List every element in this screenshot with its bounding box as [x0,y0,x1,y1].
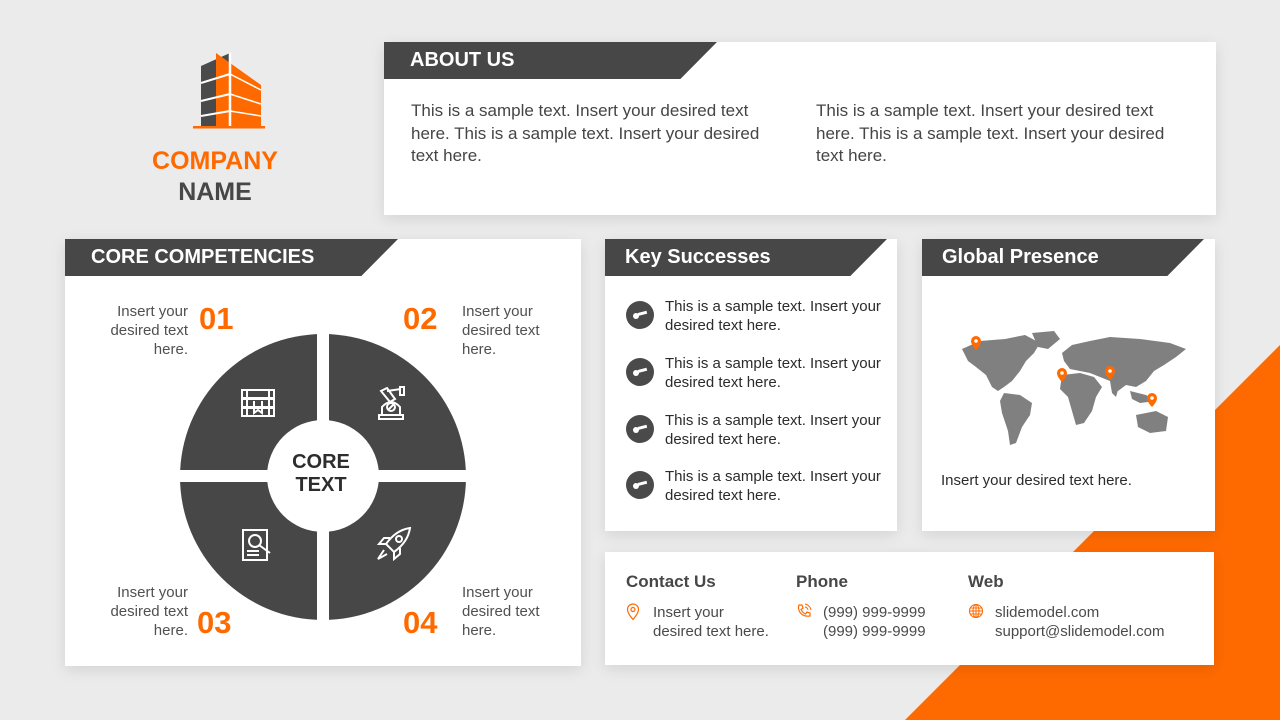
core-text-line2: TEXT [295,474,347,496]
competency-1-text: Insert your desired text here. [110,303,188,358]
phone-icon [797,603,812,617]
key-success-item: This is a sample text. Insert your desir… [626,467,886,511]
company-name-line1: COMPANY [152,147,278,175]
phone-title: Phone [796,572,848,591]
website-link[interactable]: slidemodel.com [995,603,1164,622]
web-section: Web slidemodel.com support@slidemodel.co… [968,571,1164,641]
competency-4-text: Insert your desired text here. [462,584,540,639]
company-name-line2: NAME [178,178,252,206]
globe-icon [968,603,984,619]
competency-2-text: Insert your desired text here. [462,303,540,358]
key-success-item: This is a sample text. Insert your desir… [626,411,886,455]
key-successes-title: Key Successes [605,239,887,276]
key-icon [626,301,654,329]
key-success-text: This is a sample text. Insert your desir… [665,298,881,334]
core-competencies-card: CORE COMPETENCIES Insert your desired te… [65,239,581,666]
phone-section: Phone (999) 999-9999 (999) 999-9999 [796,571,926,641]
key-icon [626,415,654,443]
global-presence-text: Insert your desired text here. [941,472,1132,489]
global-presence-title: Global Presence [922,239,1204,276]
key-success-text: This is a sample text. Insert your desir… [665,355,881,391]
company-logo: COMPANY NAME [140,50,290,208]
contact-us-title: Contact Us [626,572,716,591]
key-success-text: This is a sample text. Insert your desir… [665,412,881,448]
contact-us-section: Contact Us Insert your desired text here… [626,571,769,641]
location-pin-icon [626,603,640,621]
competency-1-number: 01 [199,301,234,336]
core-competencies-title: CORE COMPETENCIES [65,239,398,276]
competency-2-number: 02 [403,301,438,336]
about-us-title: ABOUT US [384,42,717,79]
phone-number-1[interactable]: (999) 999-9999 [823,603,926,622]
about-paragraph-2: This is a sample text. Insert your desir… [816,101,1165,165]
key-success-text: This is a sample text. Insert your desir… [665,468,881,504]
contact-card: Contact Us Insert your desired text here… [605,552,1214,665]
about-us-card: ABOUT US This is a sample text. Insert y… [384,42,1216,215]
about-paragraph-1: This is a sample text. Insert your desir… [411,101,760,165]
key-icon [626,471,654,499]
contact-address-line1: Insert your [653,604,724,621]
map-pin-icon[interactable] [1147,393,1157,407]
contact-address-line2: desired text here. [653,623,769,640]
web-title: Web [968,572,1004,591]
phone-number-2[interactable]: (999) 999-9999 [823,622,926,641]
key-icon [626,358,654,386]
core-text: CORE TEXT [271,451,371,497]
global-presence-card: Global Presence Insert your desired text… [922,239,1215,531]
key-success-item: This is a sample text. Insert your desir… [626,297,886,341]
world-map-icon [962,331,1186,445]
key-successes-card: Key Successes This is a sample text. Ins… [605,239,897,531]
core-text-line1: CORE [292,451,350,473]
key-success-item: This is a sample text. Insert your desir… [626,354,886,398]
building-icon [193,53,265,129]
support-email-link[interactable]: support@slidemodel.com [995,622,1164,641]
competency-3-text: Insert your desired text here. [110,584,188,639]
